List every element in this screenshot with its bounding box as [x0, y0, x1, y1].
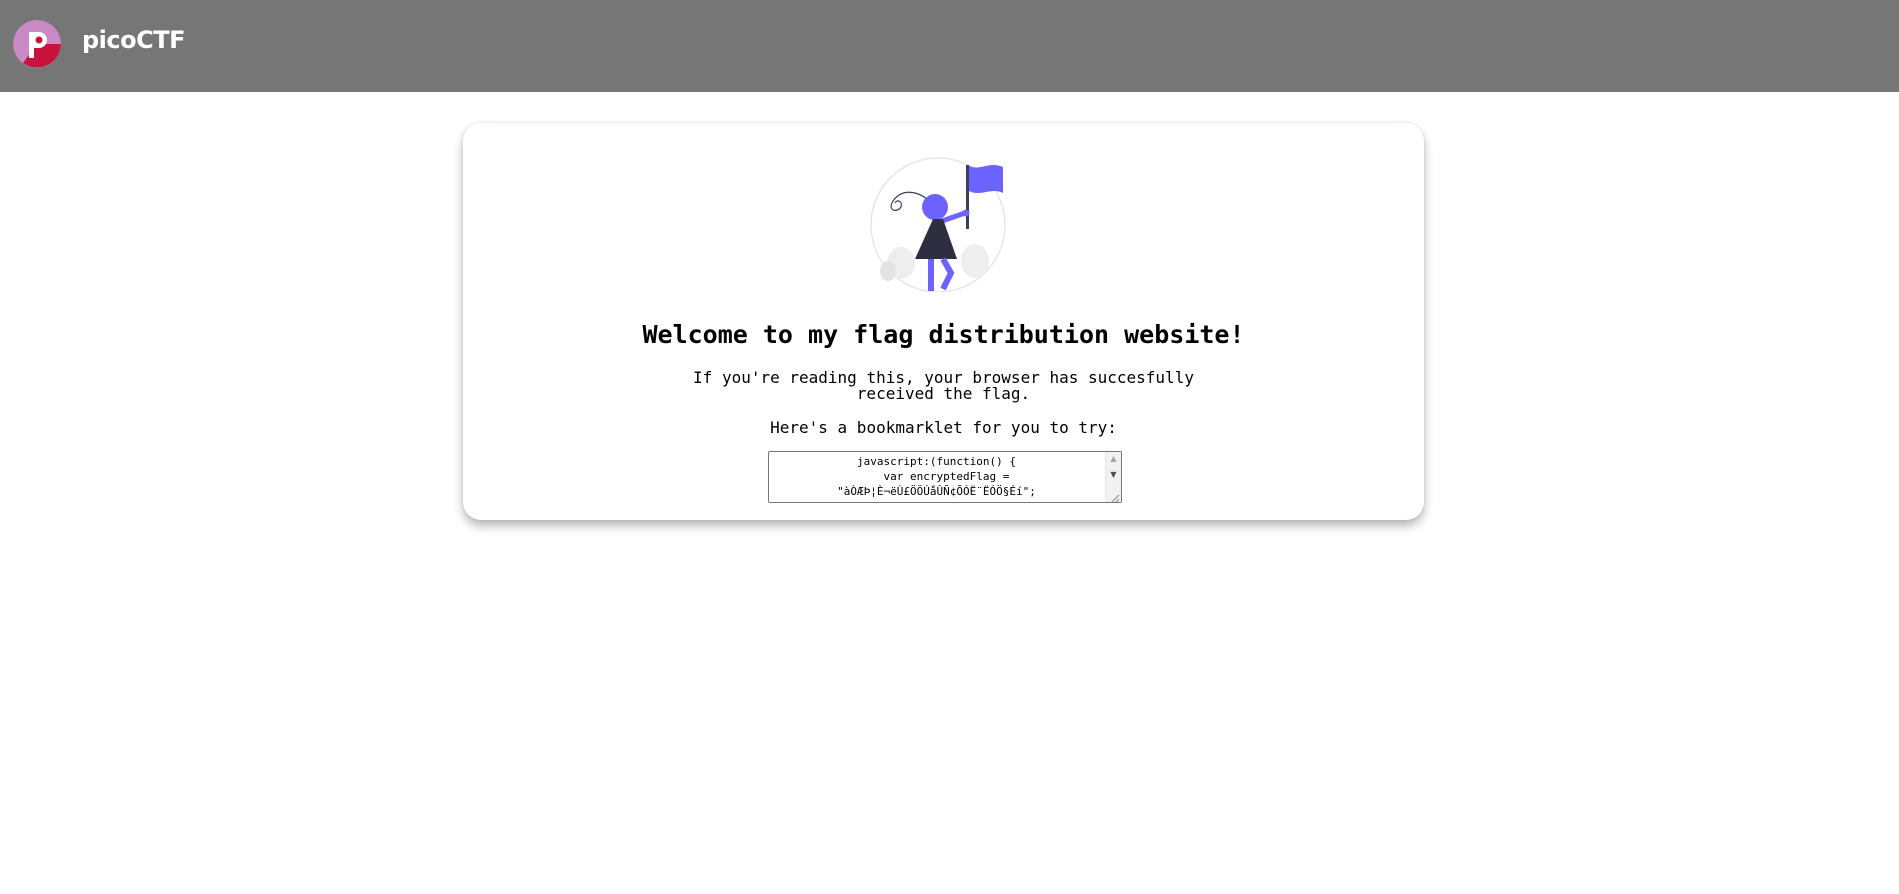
woman-with-flag-illustration-icon — [863, 157, 1023, 293]
picoctf-logo-icon[interactable] — [13, 20, 61, 68]
content-card: Welcome to my flag distribution website!… — [463, 123, 1424, 520]
top-navbar: picoCTF — [0, 0, 1899, 92]
scroll-down-arrow-icon[interactable]: ▼ — [1106, 469, 1121, 481]
resize-grip-icon[interactable] — [1108, 489, 1120, 502]
scroll-up-arrow-icon[interactable]: ▲ — [1106, 453, 1121, 465]
bookmarklet-prompt: Here's a bookmarklet for you to try: — [770, 418, 1117, 437]
brand-name[interactable]: picoCTF — [82, 26, 186, 54]
intro-text: If you're reading this, your browser has… — [693, 368, 1194, 403]
page-title: Welcome to my flag distribution website! — [642, 320, 1245, 349]
bookmarklet-code[interactable]: javascript:(function() { var encryptedFl… — [769, 454, 1104, 499]
bookmarklet-code-textarea[interactable]: javascript:(function() { var encryptedFl… — [768, 451, 1122, 503]
